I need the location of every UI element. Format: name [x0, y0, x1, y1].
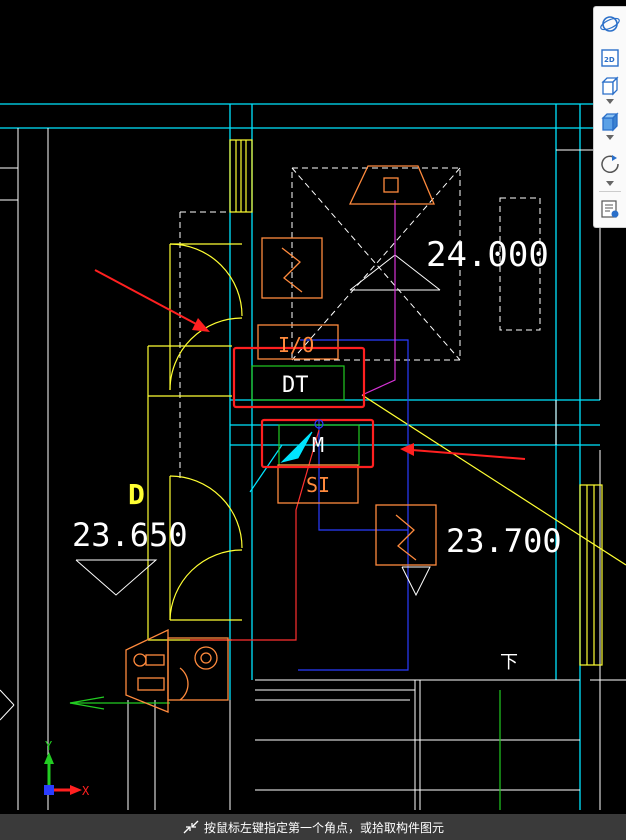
- room-letter-label: D: [128, 478, 145, 511]
- door-symbols: [147, 139, 626, 666]
- properties-button[interactable]: [598, 198, 622, 220]
- elevation-marker-right: [401, 566, 431, 597]
- rotate-dropdown-caret[interactable]: [606, 181, 614, 186]
- 3d-box-button[interactable]: [598, 75, 622, 97]
- elevation-label-left: 23.650: [72, 516, 188, 554]
- solid-box-button[interactable]: [598, 111, 622, 133]
- orbit-button[interactable]: [598, 13, 622, 35]
- solid-box-dropdown-caret[interactable]: [606, 135, 614, 140]
- axis-x-label: X: [82, 784, 90, 798]
- elevation-label-top-right: 24.000: [426, 235, 549, 275]
- status-message: 按鼠标左键指定第一个角点，或拾取构件图元: [203, 820, 444, 835]
- equipment-symbols: [125, 165, 437, 713]
- orbit-icon: [600, 16, 620, 32]
- dt-box-label: DT: [282, 373, 309, 398]
- si-box-label: SI: [306, 473, 330, 497]
- properties-icon: [601, 200, 619, 218]
- corner-pick-icon: [182, 819, 200, 835]
- elevation-label-right: 23.700: [446, 522, 562, 560]
- solid-box-icon: [601, 112, 619, 132]
- cad-drawing-canvas[interactable]: 24.000 23.650 23.700 I/O DT M SI D 下 Y X: [0, 0, 626, 840]
- ucs-axis-icon: Y X: [44, 739, 90, 798]
- rotate-button[interactable]: [598, 153, 622, 175]
- small-t-label: 下: [500, 652, 518, 673]
- elevation-marker-left: [75, 559, 158, 596]
- 2d-view-button[interactable]: 2D: [598, 47, 622, 69]
- 3d-box-dropdown-caret[interactable]: [606, 99, 614, 104]
- io-box-label: I/O: [278, 333, 314, 357]
- view-toolbar: 2D: [593, 6, 626, 228]
- svg-text:2D: 2D: [604, 56, 615, 64]
- toolbar-separator: [599, 191, 621, 192]
- rotate-icon: [601, 155, 619, 173]
- equipment-outline: [179, 167, 541, 480]
- status-bar: 按鼠标左键指定第一个角点，或拾取构件图元: [0, 814, 626, 840]
- axis-y-label: Y: [45, 739, 53, 753]
- 3d-box-icon: [601, 76, 619, 96]
- 2d-view-icon: 2D: [601, 49, 619, 67]
- m-box-label: M: [312, 433, 324, 457]
